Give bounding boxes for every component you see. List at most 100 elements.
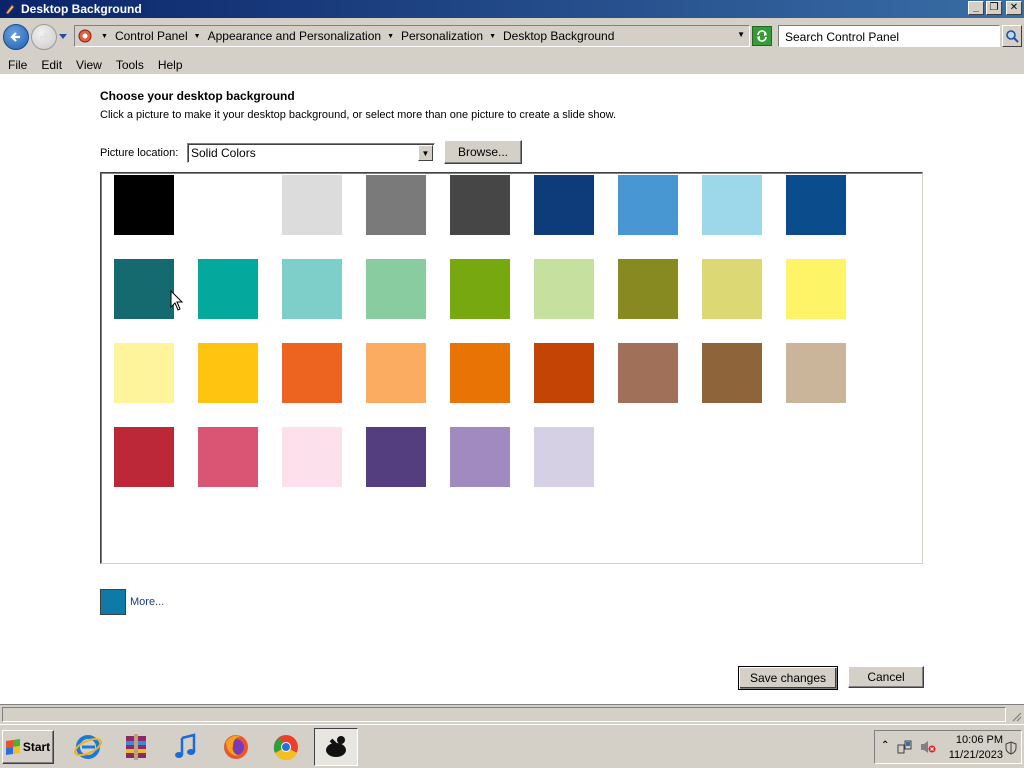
color-swatch[interactable] [702, 175, 762, 235]
color-swatch[interactable] [114, 175, 174, 235]
resize-grip-icon[interactable] [1010, 710, 1022, 722]
color-swatch[interactable] [450, 427, 510, 487]
control-panel-icon [75, 26, 95, 46]
menu-view[interactable]: View [70, 58, 108, 72]
color-swatch[interactable] [114, 427, 174, 487]
internet-explorer-icon[interactable] [66, 728, 110, 766]
firefox-icon[interactable] [214, 728, 258, 766]
back-button[interactable] [3, 24, 29, 50]
chrome-icon[interactable] [264, 728, 308, 766]
clock-time: 10:06 PM [955, 734, 1003, 746]
breadcrumb-appearance[interactable]: Appearance and Personalization ▼ [208, 29, 401, 43]
picture-location-label: Picture location: [100, 147, 179, 159]
breadcrumb-desktop-background[interactable]: Desktop Background [503, 29, 614, 43]
color-swatch[interactable] [114, 259, 174, 319]
color-swatch[interactable] [198, 259, 258, 319]
forward-arrow-icon [40, 32, 50, 42]
color-swatch[interactable] [702, 259, 762, 319]
window-app-icon [3, 2, 17, 16]
color-swatch[interactable] [618, 259, 678, 319]
system-tray: ⌃ 10:06 PM 11/21/2023 [874, 730, 1022, 764]
clock-date: 11/21/2023 [948, 749, 1003, 761]
save-changes-button[interactable]: Save changes [738, 666, 838, 690]
color-swatch[interactable] [534, 427, 594, 487]
taskbar: Start ⌃ 10:06 PM 11/21/2023 [0, 724, 1024, 768]
page-heading: Choose your desktop background [100, 89, 295, 103]
color-swatch[interactable] [366, 175, 426, 235]
chevron-down-icon[interactable]: ▼ [387, 33, 394, 40]
breadcrumb-control-panel[interactable]: Control Panel ▼ [115, 29, 208, 43]
page-instructions: Click a picture to make it your desktop … [100, 109, 617, 121]
back-arrow-icon [10, 32, 20, 42]
color-swatch[interactable] [282, 259, 342, 319]
volume-muted-icon[interactable] [919, 739, 937, 755]
address-dropdown-icon[interactable]: ▼ [737, 30, 745, 39]
color-swatch[interactable] [786, 175, 846, 235]
color-swatch[interactable] [282, 175, 342, 235]
network-icon[interactable] [897, 739, 913, 755]
menu-bar: File Edit View Tools Help [0, 56, 1024, 74]
chevron-down-icon[interactable]: ▼ [489, 33, 496, 40]
start-button[interactable]: Start [2, 730, 54, 764]
color-swatch[interactable] [534, 259, 594, 319]
cancel-button[interactable]: Cancel [848, 666, 924, 688]
color-swatch[interactable] [786, 259, 846, 319]
minimize-button[interactable]: _ [968, 1, 984, 15]
search-button[interactable] [1002, 25, 1022, 47]
forward-button[interactable] [31, 24, 57, 50]
more-colors-link[interactable]: More... [130, 596, 164, 608]
menu-tools[interactable]: Tools [110, 58, 150, 72]
browse-button[interactable]: Browse... [444, 140, 522, 164]
picture-location-value: Solid Colors [191, 146, 256, 160]
chevron-down-icon[interactable]: ▼ [194, 33, 201, 40]
title-bar: Desktop Background _ ❐ ✕ [0, 0, 1024, 18]
chevron-up-icon[interactable]: ⌃ [881, 740, 889, 751]
color-swatch[interactable] [366, 343, 426, 403]
color-swatch[interactable] [618, 343, 678, 403]
picture-location-select[interactable]: Solid Colors ▼ [187, 143, 435, 163]
color-swatch[interactable] [702, 343, 762, 403]
status-pane [2, 707, 1006, 722]
app-icon[interactable] [314, 728, 358, 766]
search-icon [1006, 30, 1019, 43]
color-swatch[interactable] [450, 259, 510, 319]
color-swatch[interactable] [618, 175, 678, 235]
color-swatch[interactable] [114, 343, 174, 403]
color-swatch[interactable] [366, 259, 426, 319]
recent-pages-dropdown[interactable] [58, 27, 68, 47]
start-label: Start [22, 740, 51, 754]
breadcrumb-personalization[interactable]: Personalization ▼ [401, 29, 503, 43]
close-button[interactable]: ✕ [1006, 1, 1022, 15]
breadcrumb-separator[interactable]: ▼ [95, 33, 115, 40]
status-bar [0, 704, 1024, 724]
itunes-icon[interactable] [164, 728, 208, 766]
color-swatch[interactable] [198, 175, 258, 235]
windows-logo-icon [5, 739, 20, 755]
chevron-down-icon[interactable]: ▼ [418, 145, 433, 161]
color-swatch[interactable] [450, 343, 510, 403]
color-swatch[interactable] [282, 343, 342, 403]
menu-help[interactable]: Help [152, 58, 189, 72]
color-swatch[interactable] [282, 427, 342, 487]
winrar-icon[interactable] [114, 728, 158, 766]
refresh-icon [757, 30, 767, 42]
chevron-down-icon [59, 34, 67, 39]
address-bar[interactable]: ▼ Control Panel ▼ Appearance and Personal… [74, 25, 750, 47]
color-swatch[interactable] [786, 343, 846, 403]
color-swatch[interactable] [534, 175, 594, 235]
menu-edit[interactable]: Edit [35, 58, 68, 72]
restore-button[interactable]: ❐ [986, 1, 1002, 15]
color-swatch[interactable] [366, 427, 426, 487]
action-center-icon[interactable] [1005, 741, 1017, 755]
search-input[interactable]: Search Control Panel [778, 25, 1000, 47]
color-swatch[interactable] [198, 343, 258, 403]
more-color-swatch[interactable] [100, 589, 126, 615]
color-swatch[interactable] [534, 343, 594, 403]
window-title: Desktop Background [21, 2, 142, 16]
color-swatch[interactable] [198, 427, 258, 487]
color-swatch-grid [100, 172, 923, 564]
color-swatch[interactable] [450, 175, 510, 235]
address-toolbar: ▼ Control Panel ▼ Appearance and Personal… [0, 18, 1024, 56]
menu-file[interactable]: File [2, 58, 33, 72]
refresh-button[interactable] [752, 26, 772, 46]
